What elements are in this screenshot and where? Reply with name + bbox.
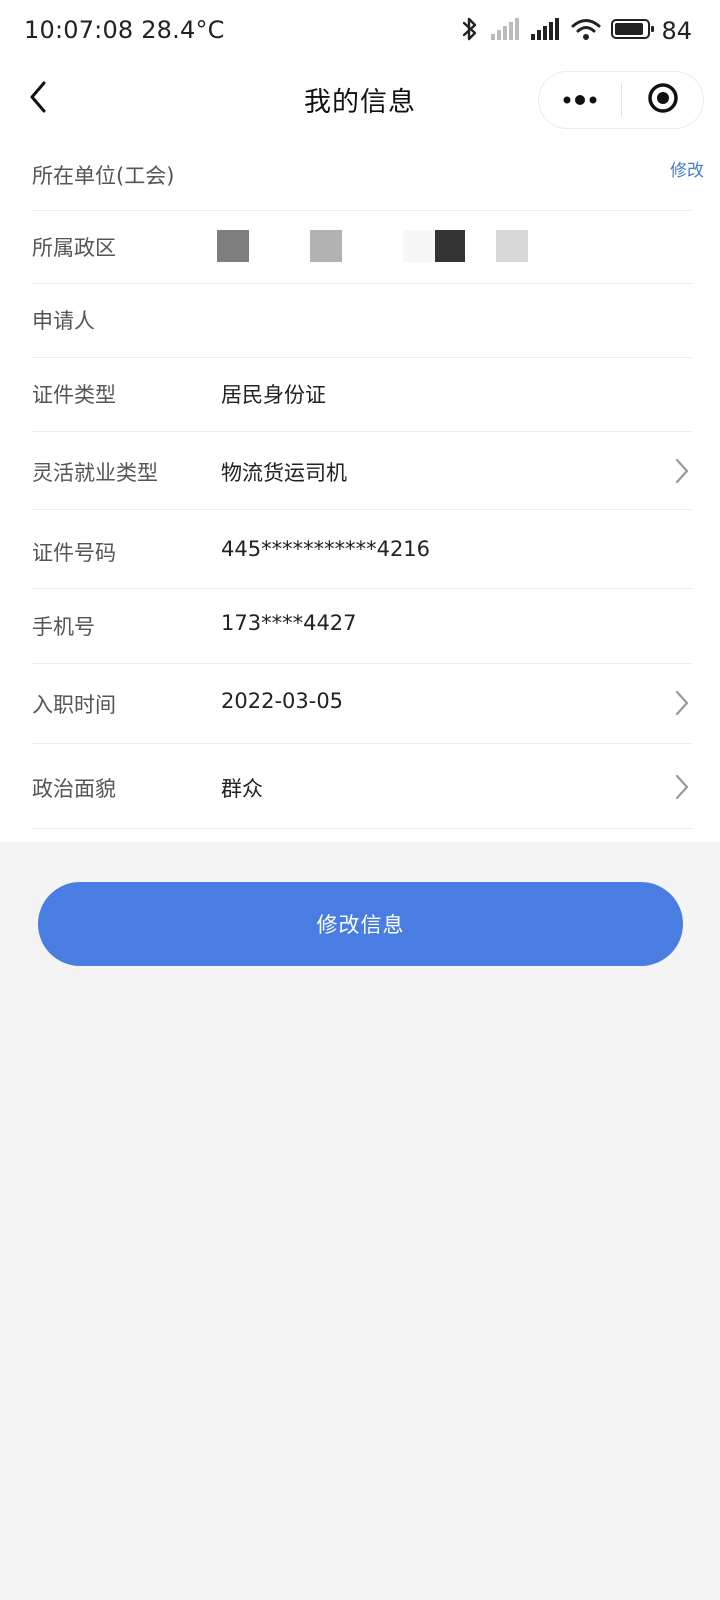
signal-icon bbox=[491, 18, 521, 44]
form-row-id-number: 证件号码 445***********4216 bbox=[32, 509, 692, 589]
chevron-right-icon bbox=[672, 773, 692, 801]
row-value: 居民身份证 bbox=[221, 383, 326, 407]
form-row-hire-date[interactable]: 入职时间 2022-03-05 bbox=[32, 663, 692, 744]
miniprogram-capsule bbox=[538, 71, 704, 129]
close-button[interactable] bbox=[622, 72, 703, 128]
status-bar: 10:07:08 28.4°C 84 bbox=[0, 0, 720, 62]
status-icons: 84 bbox=[449, 14, 692, 48]
row-label: 入职时间 bbox=[32, 693, 116, 717]
battery-icon bbox=[611, 18, 655, 44]
row-label: 灵活就业类型 bbox=[32, 461, 158, 485]
row-label: 政治面貌 bbox=[32, 777, 116, 801]
row-label: 申请人 bbox=[32, 309, 95, 333]
row-value: 群众 bbox=[221, 777, 263, 801]
redacted-mosaic bbox=[435, 230, 465, 262]
form-row-unit: 所在单位(工会) bbox=[32, 138, 692, 211]
row-value: 445***********4216 bbox=[221, 537, 431, 561]
modify-info-button[interactable]: 修改信息 bbox=[38, 882, 683, 966]
redacted-mosaic bbox=[403, 230, 435, 262]
chevron-right-icon bbox=[672, 689, 692, 717]
redacted-mosaic bbox=[217, 230, 249, 262]
nav-bar: 我的信息 bbox=[0, 62, 720, 138]
form-row-phone: 手机号 173****4427 bbox=[32, 588, 692, 664]
form-row-district: 所属政区 bbox=[32, 210, 692, 284]
form-row-political-status[interactable]: 政治面貌 群众 bbox=[32, 743, 692, 829]
redacted-mosaic bbox=[310, 230, 342, 262]
form-row-id-type: 证件类型 居民身份证 bbox=[32, 357, 692, 432]
row-label: 手机号 bbox=[32, 615, 95, 639]
more-dots-icon bbox=[562, 91, 598, 110]
battery-level: 84 bbox=[661, 17, 692, 45]
info-form: 修改 所在单位(工会) 所属政区 申请人 证件类型 居民身份证 灵活就业类型 物… bbox=[0, 138, 720, 842]
signal-icon bbox=[531, 18, 561, 44]
row-label: 所属政区 bbox=[32, 236, 116, 260]
form-row-employment-type[interactable]: 灵活就业类型 物流货运司机 bbox=[32, 431, 692, 510]
row-label: 证件号码 bbox=[32, 541, 116, 565]
row-value: 173****4427 bbox=[221, 611, 357, 635]
more-button[interactable] bbox=[539, 72, 621, 128]
chevron-right-icon bbox=[672, 457, 692, 485]
redacted-mosaic bbox=[496, 230, 528, 262]
wifi-icon bbox=[571, 17, 601, 45]
row-label: 所在单位(工会) bbox=[32, 164, 175, 188]
row-value: 2022-03-05 bbox=[221, 689, 344, 713]
row-value: 物流货运司机 bbox=[221, 461, 347, 485]
bluetooth-icon bbox=[459, 15, 481, 47]
capsule-close-icon bbox=[646, 81, 680, 119]
form-row-applicant: 申请人 bbox=[32, 283, 692, 358]
status-time: 10:07:08 28.4°C bbox=[24, 16, 225, 44]
row-label: 证件类型 bbox=[32, 383, 116, 407]
